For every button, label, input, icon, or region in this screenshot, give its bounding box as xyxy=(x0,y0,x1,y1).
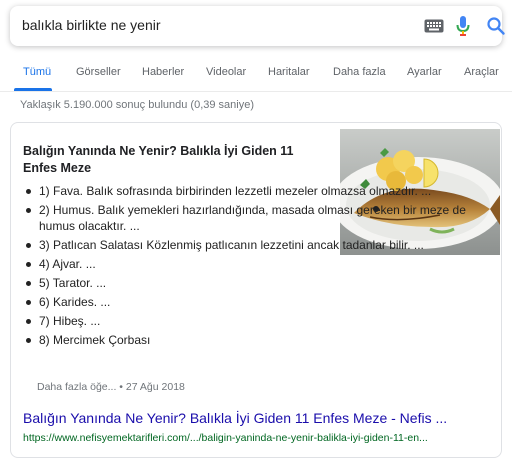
tab-videos[interactable]: Videolar xyxy=(206,66,246,78)
snippet-list: 1) Fava. Balık sofrasında birbirinden le… xyxy=(23,183,493,351)
list-item: 3) Patlıcan Salatası Közlenmiş patlıcanı… xyxy=(23,237,493,253)
tab-more[interactable]: Daha fazla xyxy=(333,66,386,78)
list-item: 2) Humus. Balık yemekleri hazırlandığınd… xyxy=(23,202,493,234)
tab-tools[interactable]: Araçlar xyxy=(464,66,499,78)
result-title-link[interactable]: Balığın Yanında Ne Yenir? Balıkla İyi Gi… xyxy=(23,410,447,426)
tab-maps[interactable]: Haritalar xyxy=(268,66,310,78)
list-item: 8) Mercimek Çorbası xyxy=(23,332,493,348)
search-icon[interactable] xyxy=(486,16,506,36)
snippet-date: 27 Ağu 2018 xyxy=(125,381,185,393)
result-stats: Yaklaşık 5.190.000 sonuç bulundu (0,39 s… xyxy=(20,99,255,111)
more-items-line: Daha fazla öğe... • 27 Ağu 2018 xyxy=(37,381,185,393)
list-item: 6) Karides. ... xyxy=(23,294,493,310)
list-item: 5) Tarator. ... xyxy=(23,275,493,291)
more-items-link[interactable]: Daha fazla öğe... xyxy=(37,381,116,393)
separator: • xyxy=(116,381,126,393)
tab-news[interactable]: Haberler xyxy=(142,66,184,78)
list-item: 7) Hibeş. ... xyxy=(23,313,493,329)
search-box[interactable]: balıkla birlikte ne yenir xyxy=(10,6,505,46)
tab-images[interactable]: Görseller xyxy=(76,66,121,78)
tab-settings[interactable]: Ayarlar xyxy=(407,66,442,78)
active-tab-indicator xyxy=(14,88,52,91)
snippet-title: Balığın Yanında Ne Yenir? Balıkla İyi Gi… xyxy=(23,144,294,175)
keyboard-icon[interactable] xyxy=(424,19,444,33)
list-item: 4) Ajvar. ... xyxy=(23,256,493,272)
tab-all[interactable]: Tümü xyxy=(23,66,51,78)
microphone-icon[interactable] xyxy=(456,15,470,37)
list-item: 1) Fava. Balık sofrasında birbirinden le… xyxy=(23,183,493,199)
search-input[interactable]: balıkla birlikte ne yenir xyxy=(22,17,161,33)
result-url: https://www.nefisyemektarifleri.com/.../… xyxy=(23,432,428,444)
featured-snippet: Balığın Yanında Ne Yenir? Balıkla İyi Gi… xyxy=(10,122,502,458)
search-tabs: Tümü Görseller Haberler Videolar Harital… xyxy=(0,55,512,92)
